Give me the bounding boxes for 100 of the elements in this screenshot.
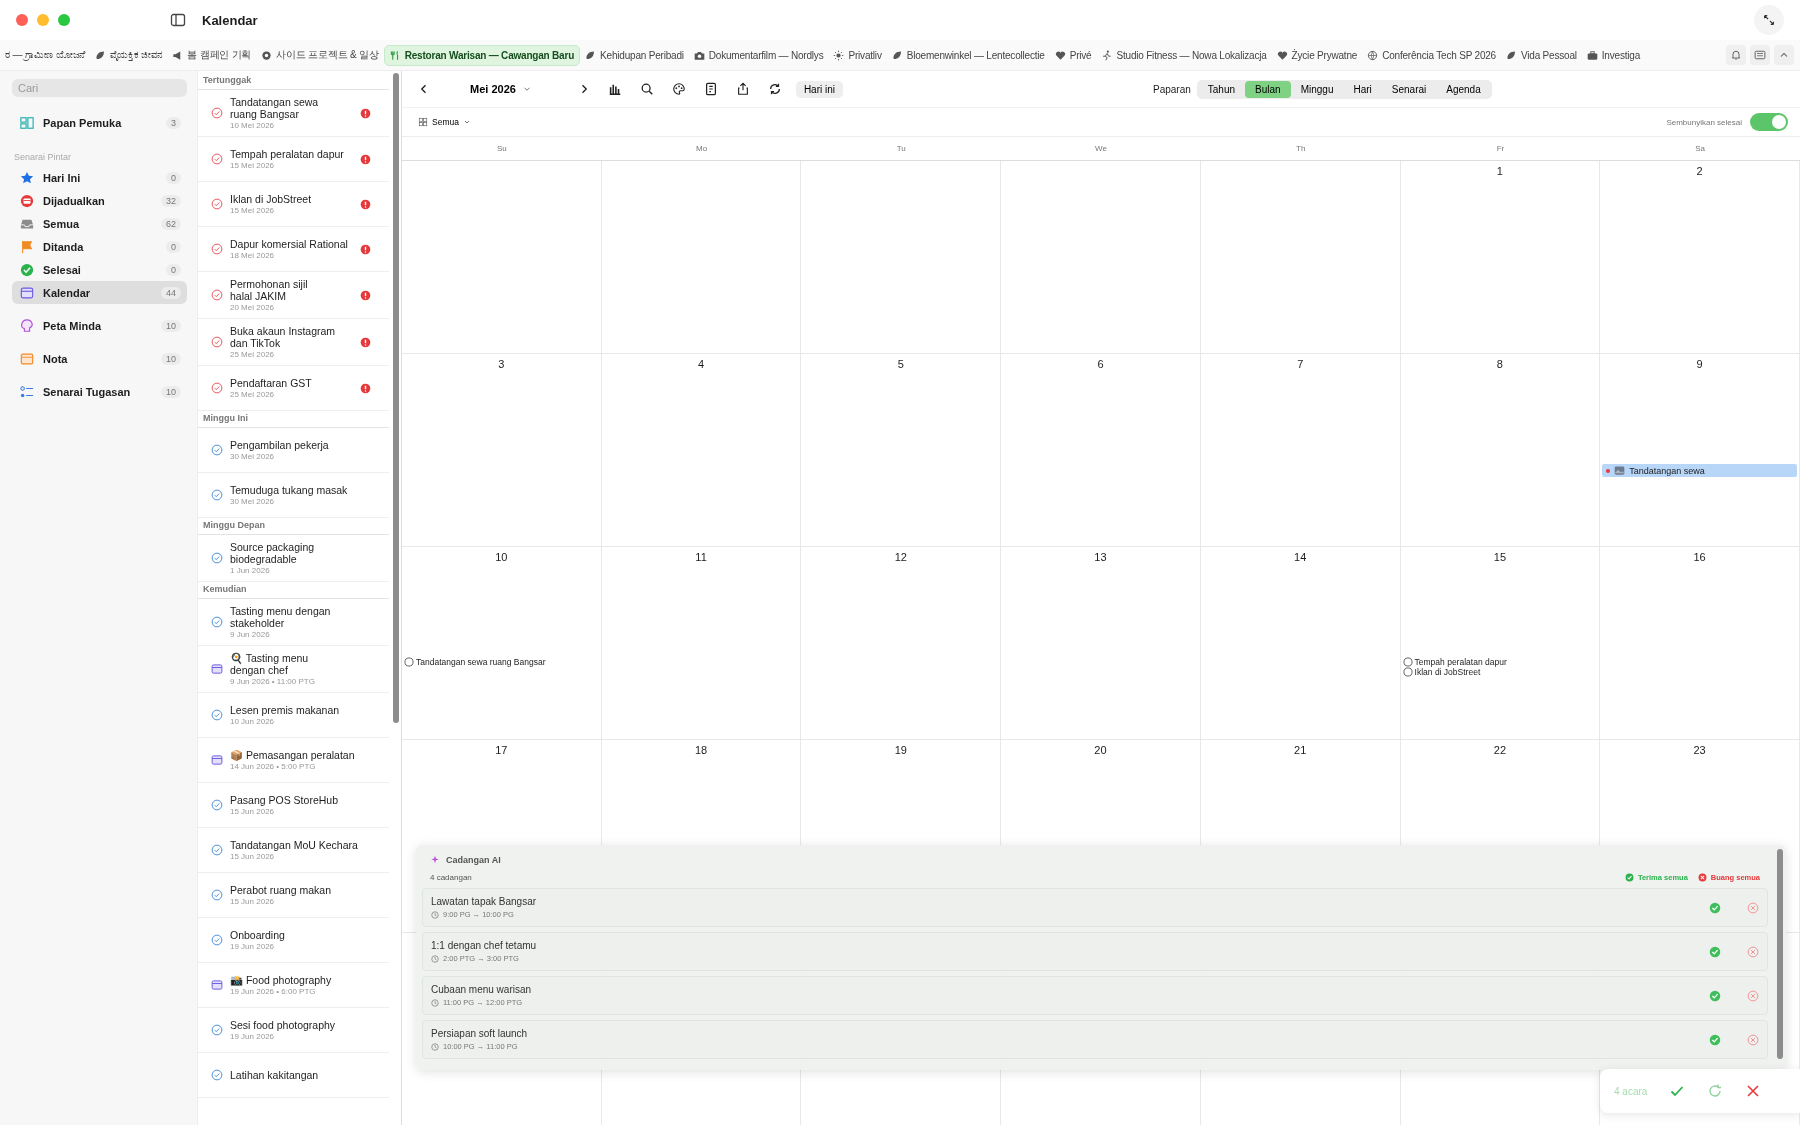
event-item[interactable]: Iklan di JobStreet [1402,667,1598,677]
project-tab[interactable]: Privatliv [828,45,887,65]
task-row[interactable]: Iklan di JobStreet 15 Mei 2026 [198,182,389,227]
task-row[interactable]: Perabot ruang makan 15 Jun 2026 [198,873,389,918]
event-item[interactable]: Tempah peralatan dapur [1402,657,1598,667]
project-tab[interactable]: 사이드 프로젝트 & 일상 [256,44,384,66]
checkmark-circle-icon[interactable] [211,1069,223,1081]
task-row[interactable]: Lesen premis makanan 10 Jun 2026 [198,693,389,738]
sidebar-item[interactable]: Kalendar 44 [12,281,187,304]
scrollbar[interactable] [1777,849,1783,1059]
project-tab[interactable]: ರ — ಗ್ರಾಮೀಣ ಯೋಜನೆ [0,45,91,65]
checkmark-circle-icon[interactable] [211,489,223,501]
checkmark-circle-icon[interactable] [211,336,223,348]
checkmark-circle-icon[interactable] [211,198,223,210]
project-tab[interactable]: Kehidupan Peribadi [580,45,689,65]
panel-icon[interactable] [1750,45,1770,65]
sidebar-item[interactable]: Dijadualkan 32 [12,189,187,212]
project-tab[interactable]: Conferência Tech SP 2026 [1362,45,1501,65]
checkmark-circle-icon[interactable] [211,799,223,811]
bar-chart-icon[interactable] [607,82,622,96]
task-row[interactable]: Pendaftaran GST 25 Mei 2026 [198,366,389,411]
reject-icon[interactable] [1747,945,1759,958]
project-tab[interactable]: Studio Fitness — Nowa Lokalizacja [1096,45,1272,65]
project-tab[interactable]: Życie Prywatne [1271,45,1363,65]
zoom-button[interactable] [58,14,70,26]
view-tab[interactable]: Agenda [1436,80,1491,98]
project-tab[interactable]: ವೈಯಕ್ತಿಕ ಜೀವನ [90,45,168,65]
task-row[interactable]: 🍳 Tasting menu dengan chef 9 Jun 2026 • 11:00 PTG [198,646,389,693]
checkmark-circle-icon[interactable] [211,382,223,394]
toggle-switch[interactable] [1750,113,1788,131]
checkmark-circle-icon[interactable] [211,243,223,255]
project-tab[interactable]: 봄 캠페인 기획 [167,44,257,66]
view-tab[interactable]: Senarai [1381,80,1437,98]
project-tab[interactable]: Privé [1049,45,1097,65]
task-row[interactable]: Permohonan sijil halal JAKIM 20 Mei 2026 [198,272,389,319]
sidebar-item[interactable]: Papan Pemuka 3 [12,111,187,134]
close-button[interactable] [16,14,28,26]
checkmark-circle-icon[interactable] [211,107,223,119]
checkmark-circle-icon[interactable] [211,616,223,628]
fullscreen-button[interactable] [1754,5,1784,35]
sidebar-item[interactable]: Semua 62 [12,212,187,235]
task-row[interactable]: Tandatangan MoU Kechara 15 Jun 2026 [198,828,389,873]
task-row[interactable]: Tasting menu dengan stakeholder 9 Jun 2026 [198,599,389,646]
checkmark-circle-icon[interactable] [211,709,223,721]
project-tab[interactable]: Vida Pessoal [1501,45,1582,65]
task-row[interactable]: Sesi food photography 19 Jun 2026 [198,1008,389,1053]
sidebar-item[interactable]: Hari Ini 0 [12,166,187,189]
view-tab[interactable]: Hari [1343,80,1382,98]
filter-dropdown[interactable]: Semua [418,117,471,127]
project-tab[interactable]: Restoran Warisan — Cawangan Baru [383,44,581,66]
task-row[interactable]: Onboarding 19 Jun 2026 [198,918,389,963]
task-row[interactable]: Latihan kakitangan [198,1053,389,1098]
checkmark-circle-icon[interactable] [211,444,223,456]
search-field[interactable]: Cari [12,79,187,97]
checkmark-circle-icon[interactable] [211,934,223,946]
minimize-button[interactable] [37,14,49,26]
view-tab[interactable]: Minggu [1290,80,1344,98]
document-icon[interactable] [703,82,718,96]
sidebar-item[interactable]: Selesai 0 [12,258,187,281]
checkmark-circle-icon[interactable] [211,889,223,901]
sidebar-item[interactable]: Nota 10 [12,347,187,370]
view-tab[interactable]: Bulan [1245,80,1291,98]
refresh-icon[interactable] [767,82,782,96]
task-row[interactable]: Tempah peralatan dapur 15 Mei 2026 [198,137,389,182]
sidebar-item[interactable]: Senarai Tugasan 10 [12,380,187,403]
view-tab[interactable]: Tahun [1197,80,1246,98]
sidebar-item[interactable]: Peta Minda 10 [12,314,187,337]
project-tab[interactable]: Investiga [1581,45,1645,65]
task-row[interactable]: Dapur komersial Rational 18 Mei 2026 [198,227,389,272]
reject-icon[interactable] [1747,901,1759,914]
accept-icon[interactable] [1709,1033,1721,1046]
sidebar-toggle-icon[interactable] [170,12,186,28]
sidebar-item[interactable]: Ditanda 0 [12,235,187,258]
close-icon[interactable] [1745,1083,1762,1099]
task-row[interactable]: Pasang POS StoreHub 15 Jun 2026 [198,783,389,828]
task-row[interactable]: Buka akaun Instagram dan TikTok 25 Mei 2026 [198,319,389,366]
task-row[interactable]: Temuduga tukang masak 30 Mei 2026 [198,473,389,518]
reject-icon[interactable] [1747,989,1759,1002]
event-bar[interactable]: Tandatangan sewa [1602,464,1797,477]
checkmark-circle-icon[interactable] [211,844,223,856]
accept-icon[interactable] [1709,901,1721,914]
checkmark-circle-icon[interactable] [211,552,223,564]
bell-icon[interactable] [1726,45,1746,65]
task-row[interactable]: 📸 Food photography 19 Jun 2026 • 6:00 PTG [198,963,389,1008]
checkmark-circle-icon[interactable] [211,289,223,301]
share-icon[interactable] [735,82,750,96]
search-icon[interactable] [639,82,654,96]
accept-icon[interactable] [1709,945,1721,958]
project-tab[interactable]: Bloemenwinkel — Lentecollectie [886,45,1050,65]
task-row[interactable]: Source packaging biodegradable 1 Jun 2026 [198,535,389,582]
accept-icon[interactable] [1709,989,1721,1002]
month-picker[interactable]: Mei 2026 [464,82,538,96]
checkmark-circle-icon[interactable] [211,153,223,165]
event-item[interactable]: Tandatangan sewa ruang Bangsar [404,657,599,667]
task-row[interactable]: Tandatangan sewa ruang Bangsar 10 Mei 2026 [198,90,389,137]
scrollbar[interactable] [393,73,399,723]
project-tab[interactable]: Dokumentarfilm — Nordlys [688,45,829,65]
checkmark-circle-icon[interactable] [211,1024,223,1036]
today-button[interactable]: Hari ini [795,80,843,98]
palette-icon[interactable] [671,82,686,96]
